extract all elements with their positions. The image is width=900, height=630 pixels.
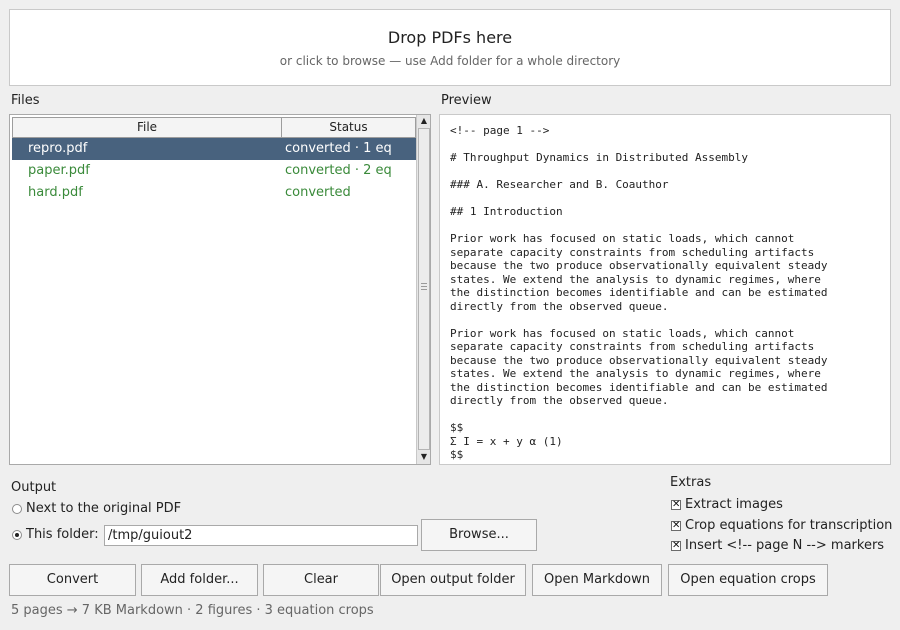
radio-this-folder-label[interactable]: This folder: bbox=[26, 527, 99, 542]
open-equation-crops-button[interactable]: Open equation crops bbox=[668, 564, 828, 596]
status-text: 5 pages → 7 KB Markdown · 2 figures · 3 … bbox=[11, 603, 374, 618]
file-name: paper.pdf bbox=[28, 163, 90, 178]
checkbox-page-markers[interactable]: ✕ bbox=[671, 541, 681, 551]
add-folder-button[interactable]: Add folder... bbox=[141, 564, 258, 596]
output-folder-input[interactable] bbox=[104, 525, 418, 546]
open-markdown-button[interactable]: Open Markdown bbox=[532, 564, 662, 596]
checkbox-extract-images[interactable]: ✕ bbox=[671, 500, 681, 510]
output-label: Output bbox=[11, 480, 57, 495]
clear-button[interactable]: Clear bbox=[263, 564, 379, 596]
column-header-status[interactable]: Status bbox=[281, 117, 416, 138]
table-row[interactable]: paper.pdf converted · 2 eq bbox=[12, 160, 416, 182]
file-table-scrollbar[interactable]: ▲ ▼ bbox=[416, 115, 430, 464]
checkbox-crop-equations[interactable]: ✕ bbox=[671, 521, 681, 531]
preview-label: Preview bbox=[441, 93, 492, 108]
preview-text: <!-- page 1 --> # Throughput Dynamics in… bbox=[450, 124, 828, 461]
file-name: repro.pdf bbox=[28, 141, 88, 156]
grip-icon bbox=[421, 283, 427, 290]
file-name: hard.pdf bbox=[28, 185, 83, 200]
browse-button[interactable]: Browse... bbox=[421, 519, 537, 551]
column-header-file[interactable]: File bbox=[12, 117, 282, 138]
open-output-folder-button[interactable]: Open output folder bbox=[380, 564, 526, 596]
radio-next-to-original-label[interactable]: Next to the original PDF bbox=[26, 501, 181, 516]
file-status: converted · 2 eq bbox=[285, 163, 392, 178]
checkbox-extract-images-label[interactable]: Extract images bbox=[685, 497, 783, 512]
scrollbar-thumb[interactable] bbox=[418, 128, 430, 450]
extras-label: Extras bbox=[670, 475, 712, 490]
file-status: converted · 1 eq bbox=[285, 141, 392, 156]
files-label: Files bbox=[11, 93, 40, 108]
checkbox-page-markers-label[interactable]: Insert <!-- page N --> markers bbox=[685, 538, 884, 553]
scroll-down-arrow-icon[interactable]: ▼ bbox=[418, 451, 430, 463]
convert-button[interactable]: Convert bbox=[9, 564, 136, 596]
scroll-up-arrow-icon[interactable]: ▲ bbox=[418, 115, 430, 127]
markdown-preview[interactable]: <!-- page 1 --> # Throughput Dynamics in… bbox=[439, 114, 891, 465]
table-row[interactable]: hard.pdf converted bbox=[12, 182, 416, 204]
drop-zone-subtitle: or click to browse — use Add folder for … bbox=[279, 54, 621, 68]
checkbox-crop-equations-label[interactable]: Crop equations for transcription bbox=[685, 518, 892, 533]
drop-zone[interactable]: Drop PDFs here or click to browse — use … bbox=[9, 9, 891, 86]
drop-zone-title: Drop PDFs here bbox=[387, 28, 513, 47]
radio-next-to-original[interactable] bbox=[12, 504, 22, 514]
radio-this-folder[interactable] bbox=[12, 530, 22, 540]
file-table[interactable]: File Status repro.pdf converted · 1 eq p… bbox=[9, 114, 431, 465]
table-row[interactable]: repro.pdf converted · 1 eq bbox=[12, 138, 416, 160]
file-status: converted bbox=[285, 185, 351, 200]
